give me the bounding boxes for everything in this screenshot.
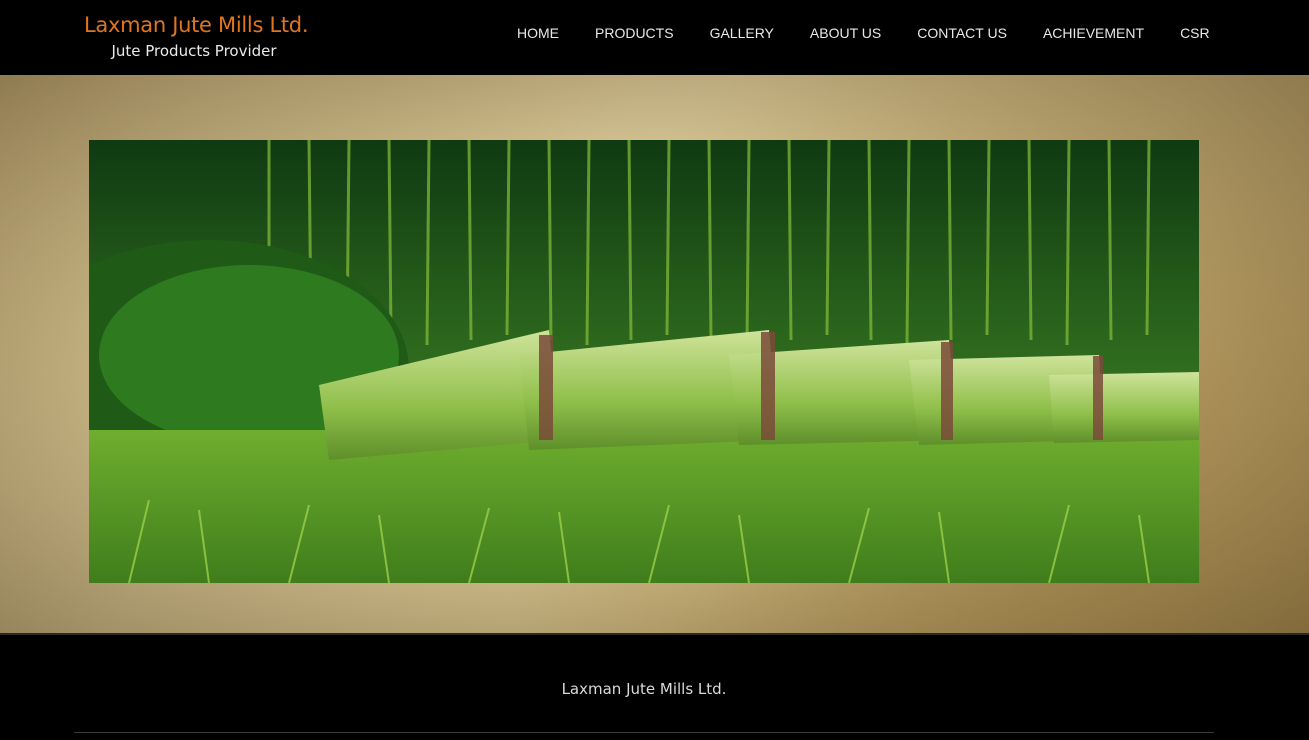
site-footer: Laxman Jute Mills Ltd. xyxy=(0,635,1309,740)
nav-item-csr[interactable]: CSR xyxy=(1168,22,1222,44)
footer-rule xyxy=(74,732,1214,733)
main-nav: HOME PRODUCTS GALLERY ABOUT US CONTACT U… xyxy=(505,22,1234,44)
nav-item-about-us[interactable]: ABOUT US xyxy=(798,22,893,44)
nav-item-contact-us[interactable]: CONTACT US xyxy=(905,22,1019,44)
footer-company-name: Laxman Jute Mills Ltd. xyxy=(561,680,727,698)
site-header: Laxman Jute Mills Ltd. Jute Products Pro… xyxy=(0,0,1309,75)
nav-item-home[interactable]: HOME xyxy=(505,22,571,44)
jute-field-illustration xyxy=(89,140,1199,583)
brand-title[interactable]: Laxman Jute Mills Ltd. xyxy=(84,10,309,40)
nav-item-achievement[interactable]: ACHIEVEMENT xyxy=(1031,22,1156,44)
hero-banner xyxy=(0,75,1309,633)
nav-item-products[interactable]: PRODUCTS xyxy=(583,22,686,44)
brand-tagline: Jute Products Provider xyxy=(111,42,277,60)
hero-image-jute-harvest xyxy=(89,140,1199,583)
nav-item-gallery[interactable]: GALLERY xyxy=(698,22,786,44)
brand[interactable]: Laxman Jute Mills Ltd. Jute Products Pro… xyxy=(84,10,309,62)
